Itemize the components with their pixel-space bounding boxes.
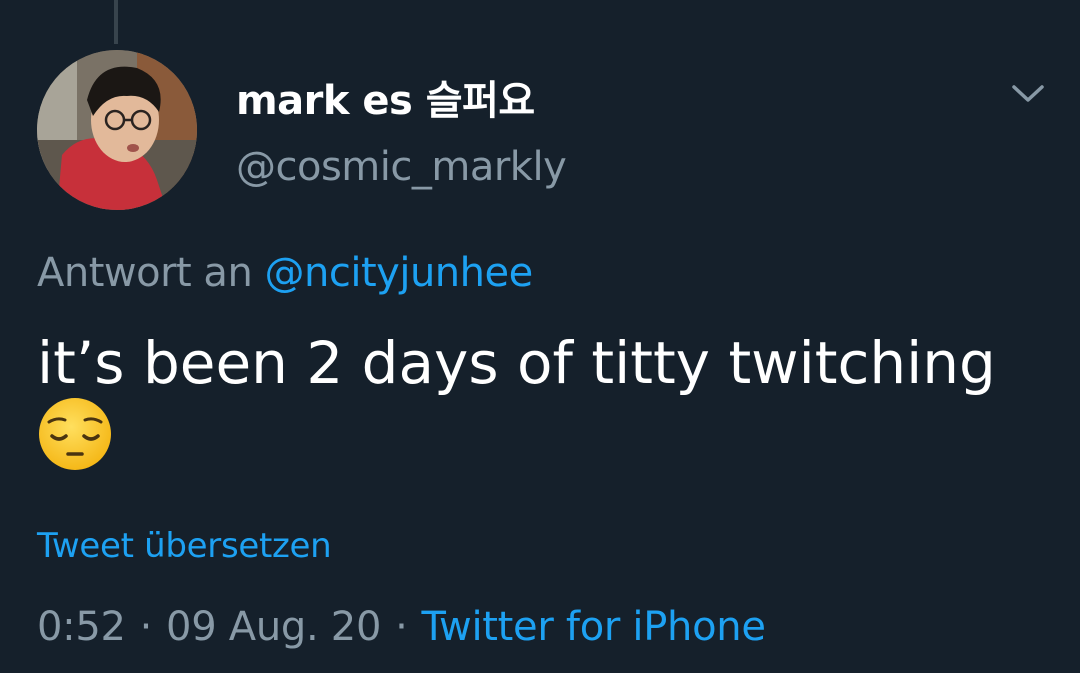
tweet-time[interactable]: 0:52 [37,604,126,650]
tweet-metadata: 0:52 · 09 Aug. 20 · Twitter for iPhone [37,604,766,650]
pensive-face-icon [37,396,113,491]
tweet-text: it’s been 2 days of titty twitching [37,329,996,397]
avatar[interactable] [37,50,197,210]
reply-mention-link[interactable]: @ncityjunhee [265,250,534,296]
meta-separator: · [395,604,408,650]
thread-connector-line [114,0,118,44]
tweet-body: it’s been 2 days of titty twitching [37,324,1037,491]
avatar-image [37,50,197,210]
chevron-down-icon [1012,85,1044,102]
more-options-button[interactable] [1004,74,1052,114]
author-display-name[interactable]: mark es 슬퍼요 [236,68,535,126]
meta-separator: · [139,604,153,650]
reply-prefix: Antwort an [37,250,253,296]
tweet-source-link[interactable]: Twitter for iPhone [422,604,766,650]
author-handle[interactable]: @cosmic_markly [236,144,567,190]
tweet-date[interactable]: 09 Aug. 20 [166,604,381,650]
translate-tweet-link[interactable]: Tweet übersetzen [37,526,332,566]
tweet-detail: mark es 슬퍼요 @cosmic_markly Antwort an @n… [0,0,1080,673]
reply-context: Antwort an @ncityjunhee [37,250,533,296]
